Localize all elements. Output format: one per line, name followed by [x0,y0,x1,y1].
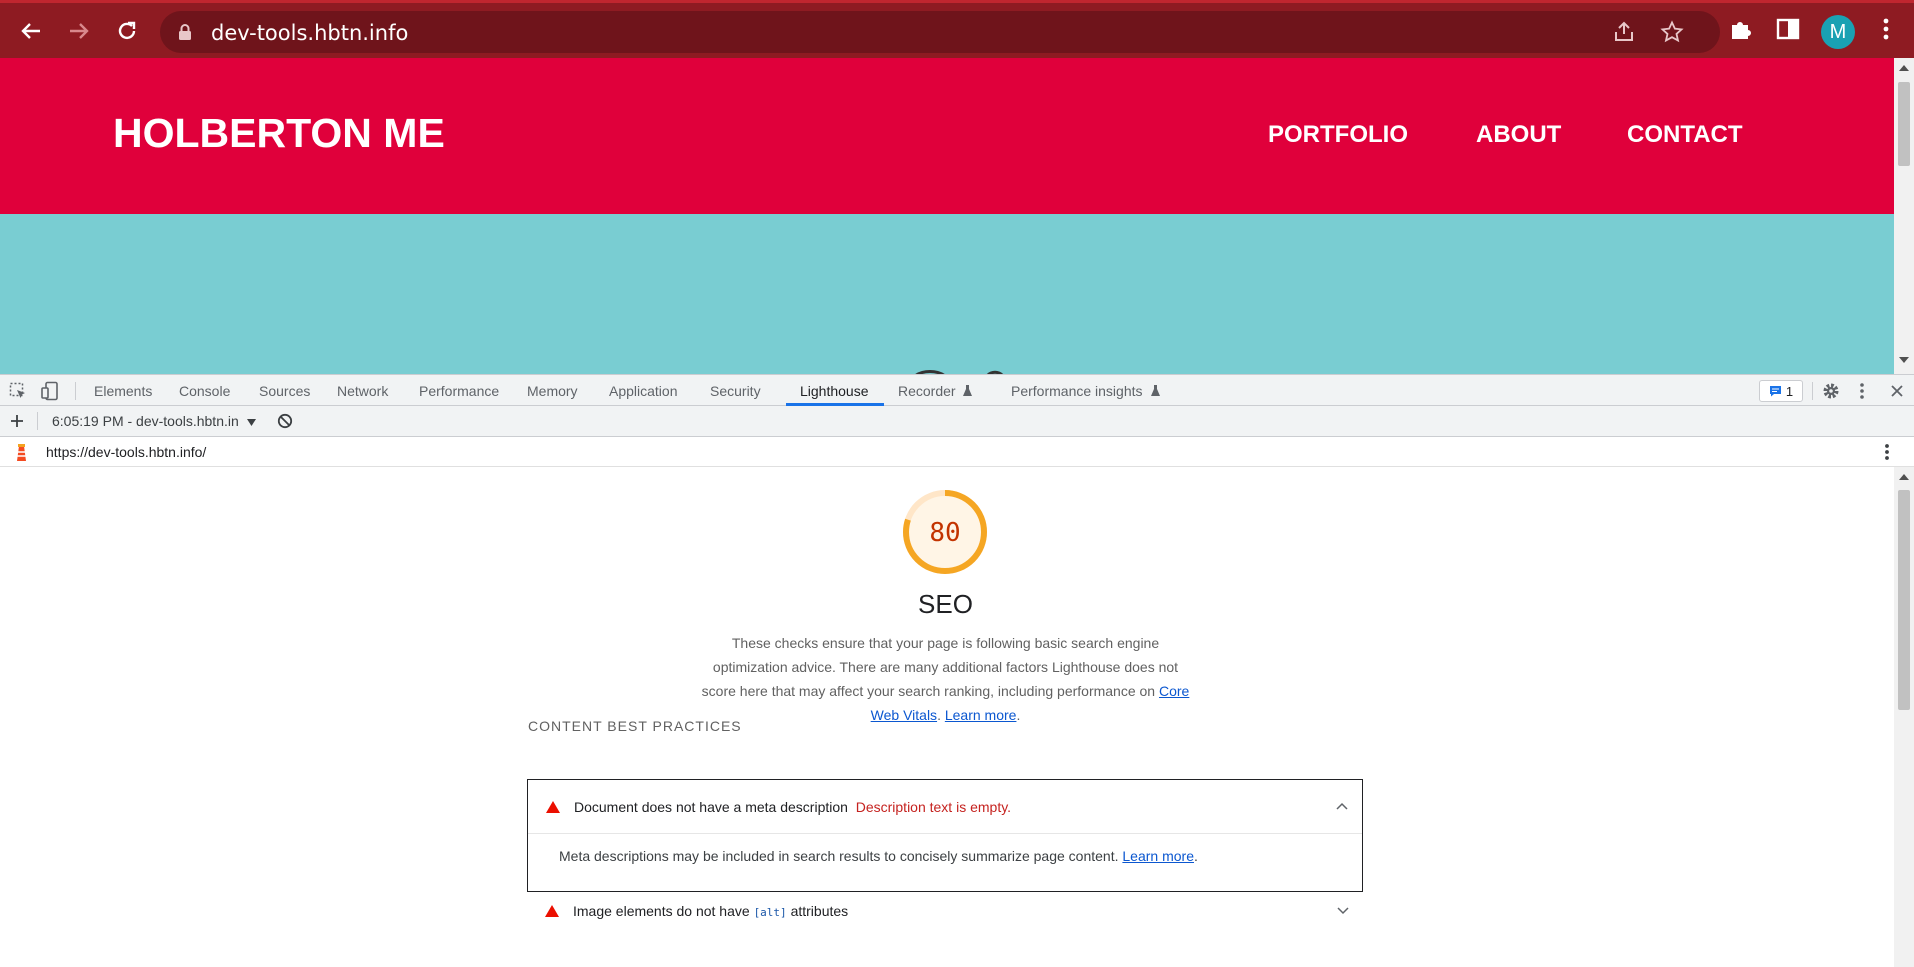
experimental-flask-icon [1151,385,1160,396]
lighthouse-logo-icon [17,444,26,461]
fail-triangle-icon [545,905,559,917]
audit-title: Image elements do not have [alt] attribu… [573,903,848,919]
audit-image-alt[interactable]: Image elements do not have [alt] attribu… [527,891,1363,931]
profile-avatar[interactable]: M [1821,15,1855,49]
new-report-plus-icon[interactable] [10,414,24,428]
lighthouse-report: 80 SEO These checks ensure that your pag… [0,467,1894,967]
issues-count: 1 [1785,383,1794,399]
report-select-value: 6:05:19 PM - dev-tools.hbtn.in [52,413,239,429]
toolbar-divider [37,412,38,430]
audit-description: Meta descriptions may be included in sea… [559,848,1198,864]
share-icon[interactable] [1612,20,1636,44]
inspect-element-icon[interactable] [9,382,27,400]
category-title: SEO [918,589,973,619]
report-select-dropdown[interactable]: 6:05:19 PM - dev-tools.hbtn.in [52,413,256,429]
tab-recorder[interactable]: Recorder [898,383,956,399]
clear-all-block-icon[interactable] [277,413,293,429]
learn-more-link[interactable]: Learn more [945,707,1017,723]
devtools-menu-icon[interactable] [1858,382,1866,400]
experimental-flask-icon [963,385,972,396]
arrow-left-icon [21,23,40,39]
reload-button[interactable] [109,13,145,49]
audit-header[interactable]: Document does not have a meta descriptio… [528,780,1362,834]
nav-about[interactable]: ABOUT [1476,121,1561,149]
group-title: CONTENT BEST PRACTICES [528,718,742,734]
bookmark-star-icon[interactable] [1660,20,1684,44]
issues-badge[interactable]: 1 [1759,380,1803,402]
audit-title-text: Image elements do not have [573,903,754,919]
dropdown-triangle-icon [246,418,256,426]
report-menu-icon[interactable] [1884,443,1890,461]
tab-network[interactable]: Network [337,383,388,399]
address-url: dev-tools.hbtn.info [211,21,409,45]
description-separator: . [937,707,945,723]
audit-title: Document does not have a meta descriptio… [574,799,1011,815]
report-url-bar: https://dev-tools.hbtn.info/ [0,437,1914,467]
tab-console[interactable]: Console [179,383,230,399]
hero-image-partial [915,370,1004,374]
scroll-thumb[interactable] [1898,490,1910,710]
forward-button[interactable] [61,13,97,49]
audit-error: Description text is empty. [855,799,1012,815]
scroll-down-icon[interactable] [1899,356,1909,364]
devtools-panel: Elements Console Sources Network Perform… [0,374,1914,967]
audit-meta-description: Document does not have a meta descriptio… [527,779,1363,892]
report-scrollbar[interactable] [1894,467,1914,967]
description-text: These checks ensure that your page is fo… [701,635,1179,699]
tab-performance[interactable]: Performance [419,383,499,399]
tab-memory[interactable]: Memory [527,383,578,399]
back-button[interactable] [13,13,49,49]
scroll-up-icon[interactable] [1899,473,1909,481]
device-toolbar-icon[interactable] [41,381,59,401]
browser-toolbar: dev-tools.hbtn.info M [0,0,1914,58]
extensions-puzzle-icon[interactable] [1728,16,1754,42]
arrow-right-icon [70,23,89,39]
audit-learn-more-link[interactable]: Learn more [1122,848,1194,864]
browser-menu-icon[interactable] [1876,16,1896,42]
fail-triangle-icon [546,801,560,813]
toolbar-divider [75,382,76,400]
tab-security[interactable]: Security [710,383,761,399]
devtools-tab-bar: Elements Console Sources Network Perform… [0,374,1914,406]
audit-description-text: Meta descriptions may be included in sea… [559,848,1123,864]
score-value: 80 [929,518,961,548]
site-title[interactable]: HOLBERTON ME [113,110,445,157]
tab-lighthouse[interactable]: Lighthouse [800,383,869,399]
site-header: HOLBERTON ME PORTFOLIO ABOUT CONTACT [0,58,1894,214]
category-description: These checks ensure that your page is fo… [700,631,1191,727]
scroll-up-icon[interactable] [1899,64,1909,72]
tab-performance-insights[interactable]: Performance insights [1011,383,1143,399]
address-bar[interactable]: dev-tools.hbtn.info [160,11,1720,53]
toolbar-divider [1812,382,1813,400]
audit-title-text: Document does not have a meta descriptio… [574,799,848,815]
tab-application[interactable]: Application [609,383,678,399]
side-panel-icon[interactable] [1775,16,1801,42]
audit-description-end: . [1193,848,1198,864]
hero-banner [0,214,1894,374]
nav-contact[interactable]: CONTACT [1627,121,1743,149]
report-url: https://dev-tools.hbtn.info/ [46,444,207,460]
lighthouse-toolbar: 6:05:19 PM - dev-tools.hbtn.in [0,406,1914,437]
nav-portfolio[interactable]: PORTFOLIO [1268,121,1408,149]
scroll-thumb[interactable] [1898,82,1910,166]
reload-icon [118,21,136,40]
tab-elements[interactable]: Elements [94,383,152,399]
page-scrollbar[interactable] [1894,58,1914,374]
chevron-down-icon[interactable] [1337,907,1349,915]
audit-title-text: attributes [786,903,849,919]
close-icon[interactable] [1890,384,1904,398]
description-end: . [1016,707,1021,723]
tab-sources[interactable]: Sources [259,383,310,399]
chevron-up-icon[interactable] [1336,802,1348,810]
settings-gear-icon[interactable] [1822,382,1840,400]
message-icon [1769,386,1781,397]
alt-code: [alt] [753,906,787,919]
lock-icon [179,24,191,40]
